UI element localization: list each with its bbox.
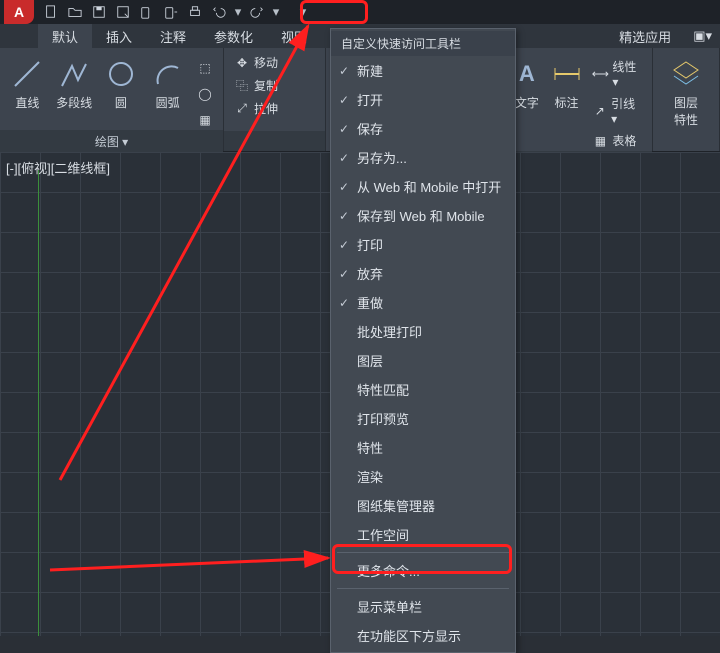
- menu-item-15[interactable]: 图纸集管理器: [331, 491, 515, 520]
- tab-parametric[interactable]: 参数化: [200, 24, 267, 48]
- dimension-icon: [551, 58, 583, 90]
- menu-item-10[interactable]: 图层: [331, 346, 515, 375]
- layer-properties-button[interactable]: 图层 特性: [659, 52, 713, 128]
- table-label: 表格: [612, 132, 636, 149]
- menu-item-12[interactable]: 打印预览: [331, 404, 515, 433]
- cloud-open-icon[interactable]: [138, 3, 156, 21]
- open-icon[interactable]: [66, 3, 84, 21]
- new-icon[interactable]: [42, 3, 60, 21]
- panel-modify: ✥移动 ⿻复制 ⤢拉伸: [224, 48, 326, 151]
- line-icon: [11, 58, 43, 90]
- circle-button[interactable]: 圆: [100, 52, 143, 111]
- menu-item-3[interactable]: 另存为...: [331, 143, 515, 172]
- annotation-highlight-menuitem: [332, 544, 512, 574]
- tab-featured-apps[interactable]: 精选应用: [605, 24, 685, 48]
- layers-label: 图层 特性: [674, 94, 698, 128]
- print-icon[interactable]: [186, 3, 204, 21]
- linear-icon: ⟷: [592, 66, 608, 82]
- linear-button[interactable]: ⟷线性 ▾: [588, 56, 646, 91]
- leader-icon: ↗: [592, 103, 607, 119]
- line-label: 直线: [15, 94, 39, 111]
- menu-item-0[interactable]: 新建: [331, 56, 515, 85]
- move-icon: ✥: [234, 55, 250, 71]
- undo-dropdown-icon[interactable]: ▾: [234, 3, 242, 21]
- stretch-icon: ⤢: [234, 101, 250, 117]
- save-icon[interactable]: [90, 3, 108, 21]
- polyline-icon: [58, 58, 90, 90]
- menu-item-13[interactable]: 特性: [331, 433, 515, 462]
- panel-layers: 图层 特性: [653, 48, 720, 151]
- panel-modify-title[interactable]: [224, 131, 325, 151]
- move-label: 移动: [254, 54, 278, 71]
- layers-icon: [670, 58, 702, 90]
- arc-icon: [152, 58, 184, 90]
- app-logo[interactable]: A: [4, 0, 34, 24]
- hatch-icon: ▦: [197, 112, 213, 128]
- leader-label: 引线 ▾: [611, 95, 642, 126]
- cloud-save-icon[interactable]: [162, 3, 180, 21]
- leader-button[interactable]: ↗引线 ▾: [588, 93, 646, 128]
- menu-item-8[interactable]: 重做: [331, 288, 515, 317]
- tab-default[interactable]: 默认: [38, 24, 92, 48]
- view-label[interactable]: [-][俯视][二维线框]: [6, 158, 110, 177]
- stretch-button[interactable]: ⤢拉伸: [230, 98, 282, 119]
- menu-item-4[interactable]: 从 Web 和 Mobile 中打开: [331, 172, 515, 201]
- dimension-label: 标注: [555, 94, 579, 111]
- menu-separator: [337, 588, 509, 589]
- menu-item-14[interactable]: 渲染: [331, 462, 515, 491]
- copy-button[interactable]: ⿻复制: [230, 75, 282, 96]
- arc-button[interactable]: 圆弧: [146, 52, 189, 111]
- menu-show-menubar[interactable]: 显示菜单栏: [331, 592, 515, 621]
- tab-insert[interactable]: 插入: [92, 24, 146, 48]
- copy-icon: ⿻: [234, 78, 250, 94]
- circle-label: 圆: [115, 94, 127, 111]
- copy-label: 复制: [254, 77, 278, 94]
- table-icon: ▦: [592, 133, 608, 149]
- menu-item-2[interactable]: 保存: [331, 114, 515, 143]
- quick-access-toolbar: ▾ ▾ ▾: [42, 3, 312, 21]
- move-button[interactable]: ✥移动: [230, 52, 282, 73]
- annotation-highlight-top: [300, 0, 368, 24]
- menu-header: 自定义快速访问工具栏: [331, 31, 515, 56]
- panel-annotation: A 文字 标注 ⟷线性 ▾ ↗引线 ▾ ▦表格 注释 ▾: [503, 48, 653, 151]
- circle-icon: [105, 58, 137, 90]
- menu-item-9[interactable]: 批处理打印: [331, 317, 515, 346]
- ribbon-minimize-icon[interactable]: ▣▾: [685, 24, 720, 48]
- menu-item-6[interactable]: 打印: [331, 230, 515, 259]
- y-axis: [38, 170, 39, 636]
- redo-dropdown-icon[interactable]: ▾: [272, 3, 280, 21]
- draw-more-2[interactable]: ◯: [193, 84, 217, 104]
- polyline-label: 多段线: [56, 94, 92, 111]
- tab-annotate[interactable]: 注释: [146, 24, 200, 48]
- polyline-button[interactable]: 多段线: [53, 52, 96, 111]
- panel-draw: 直线 多段线 圆 圆弧 ⬚ ◯ ▦ 绘图 ▾: [0, 48, 224, 151]
- table-button[interactable]: ▦表格: [588, 130, 646, 151]
- draw-more-1[interactable]: ⬚: [193, 58, 217, 78]
- rect-icon: ⬚: [197, 60, 213, 76]
- save-as-icon[interactable]: [114, 3, 132, 21]
- draw-more-3[interactable]: ▦: [193, 110, 217, 130]
- menu-item-7[interactable]: 放弃: [331, 259, 515, 288]
- text-label: 文字: [515, 94, 539, 111]
- redo-icon[interactable]: [248, 3, 266, 21]
- linear-label: 线性 ▾: [612, 58, 642, 89]
- panel-draw-title[interactable]: 绘图 ▾: [0, 130, 223, 153]
- ellipse-icon: ◯: [197, 86, 213, 102]
- dimension-button[interactable]: 标注: [549, 52, 585, 111]
- undo-icon[interactable]: [210, 3, 228, 21]
- menu-item-5[interactable]: 保存到 Web 和 Mobile: [331, 201, 515, 230]
- tab-view[interactable]: 视图: [267, 24, 321, 48]
- menu-item-1[interactable]: 打开: [331, 85, 515, 114]
- menu-item-11[interactable]: 特性匹配: [331, 375, 515, 404]
- line-button[interactable]: 直线: [6, 52, 49, 111]
- arc-label: 圆弧: [156, 94, 180, 111]
- stretch-label: 拉伸: [254, 100, 278, 117]
